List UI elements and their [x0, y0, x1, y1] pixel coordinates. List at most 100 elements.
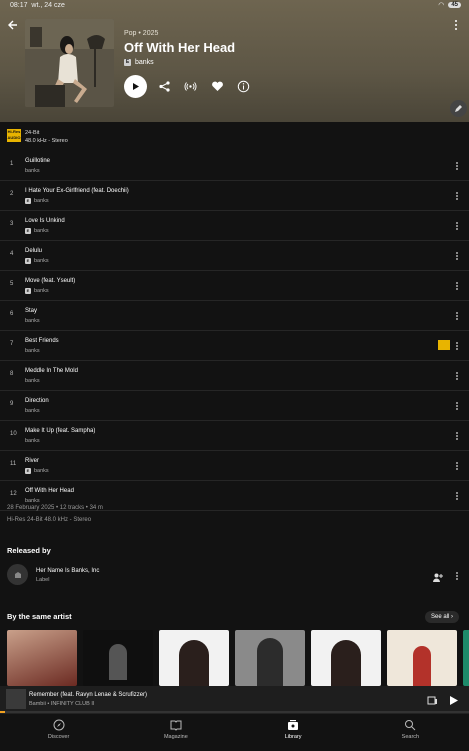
follow-label-icon[interactable]: [432, 570, 443, 582]
track-number: 8: [10, 371, 14, 377]
pencil-icon: [455, 105, 462, 112]
track-artist: Ebanks: [25, 288, 49, 294]
track-title: Move (feat. Yseult): [25, 278, 76, 284]
play-icon: [133, 83, 139, 90]
sample-rate: 48.0 kHz - Stereo: [25, 138, 68, 144]
label-more-icon[interactable]: [453, 569, 461, 581]
nav-label: Discover: [47, 734, 70, 740]
status-icons: ◠ 45: [438, 1, 461, 9]
album-artist[interactable]: banks: [135, 59, 154, 66]
album-card[interactable]: [159, 630, 229, 686]
track-number: 12: [10, 491, 17, 497]
track-number: 10: [10, 431, 17, 437]
label-avatar[interactable]: [7, 564, 28, 585]
track-row[interactable]: 8 Meddle In The Mold banks: [0, 361, 469, 391]
nav-library[interactable]: Library: [235, 714, 352, 751]
track-number: 9: [10, 401, 14, 407]
album-card[interactable]: [463, 630, 469, 686]
explicit-badge: E: [25, 228, 31, 234]
wifi-icon: ◠: [438, 2, 445, 9]
audio-quality: 24-Bit 48.0 kHz - Stereo: [25, 129, 68, 145]
album-card[interactable]: [83, 630, 153, 686]
track-artist: banks: [25, 498, 40, 504]
mini-player[interactable]: Remember (feat. Ravyn Lenae & Scrufizzer…: [0, 686, 469, 713]
track-title: Meddle In The Mold: [25, 368, 78, 374]
share-icon[interactable]: [158, 80, 171, 93]
track-more-icon[interactable]: [453, 219, 461, 231]
nav-label: Search: [401, 734, 420, 740]
track-row[interactable]: 3 Love Is Unkind Ebanks: [0, 211, 469, 241]
explicit-badge: E: [25, 288, 31, 294]
album-card[interactable]: [311, 630, 381, 686]
track-row[interactable]: 6 Stay banks: [0, 301, 469, 331]
play-button[interactable]: [124, 75, 147, 98]
track-artist: banks: [25, 378, 40, 384]
track-more-icon[interactable]: [453, 459, 461, 471]
search-icon: [405, 720, 416, 731]
track-more-icon[interactable]: [453, 489, 461, 501]
track-title: Make It Up (feat. Sampha): [25, 428, 96, 434]
track-more-icon[interactable]: [453, 249, 461, 261]
track-row[interactable]: 4 Delulu Ebanks: [0, 241, 469, 271]
track-more-icon[interactable]: [453, 369, 461, 381]
track-row[interactable]: 10 Make It Up (feat. Sampha) banks: [0, 421, 469, 451]
album-cover: [25, 19, 114, 107]
now-playing-subtitle: Bambii • INFINITY CLUB II: [29, 701, 95, 707]
track-title: Love Is Unkind: [25, 218, 65, 224]
info-icon[interactable]: [237, 80, 250, 93]
back-arrow-icon[interactable]: [7, 18, 19, 30]
track-artist: Ebanks: [25, 228, 49, 234]
library-icon: [288, 720, 299, 730]
track-more-icon[interactable]: [453, 279, 461, 291]
released-by-heading: Released by: [7, 546, 51, 555]
track-artist: banks: [25, 168, 40, 174]
battery-icon: 45: [448, 2, 461, 8]
nav-magazine[interactable]: Magazine: [117, 714, 234, 751]
nav-discover[interactable]: Discover: [0, 714, 117, 751]
label-name[interactable]: Her Name Is Banks, Inc: [36, 568, 99, 574]
devices-icon[interactable]: [427, 693, 438, 705]
explicit-badge: E: [124, 59, 131, 66]
album-card[interactable]: [235, 630, 305, 686]
track-number: 3: [10, 221, 14, 227]
track-row[interactable]: 9 Direction banks: [0, 391, 469, 421]
track-row[interactable]: 7 Best Friends banks: [0, 331, 469, 361]
track-title: Guillotine: [25, 158, 51, 164]
album-artist-row[interactable]: E banks: [124, 59, 154, 66]
track-row[interactable]: 5 Move (feat. Yseult) Ebanks: [0, 271, 469, 301]
track-number: 4: [10, 251, 14, 257]
see-all-button[interactable]: See all ›: [425, 611, 460, 623]
hires-audio-badge: Hi-Res AUDIO: [7, 129, 21, 142]
favorite-heart-icon[interactable]: [211, 80, 224, 93]
album-card[interactable]: [387, 630, 457, 686]
track-row[interactable]: 1 Guillotine banks: [0, 151, 469, 181]
track-title: Delulu: [25, 248, 43, 254]
track-number: 11: [10, 461, 17, 467]
track-more-icon[interactable]: [453, 339, 461, 351]
track-more-icon[interactable]: [453, 399, 461, 411]
status-time: 08:17 wt., 24 cze: [10, 2, 65, 9]
track-more-icon[interactable]: [453, 309, 461, 321]
track-row[interactable]: 11 River Ebanks: [0, 451, 469, 481]
track-more-icon[interactable]: [453, 189, 461, 201]
label-role: Label: [36, 577, 50, 583]
bottom-nav: Discover Magazine Library Search: [0, 713, 469, 751]
bit-depth: 24-Bit: [25, 130, 40, 136]
track-number: 5: [10, 281, 14, 287]
edit-button[interactable]: [450, 100, 467, 117]
track-more-icon[interactable]: [453, 429, 461, 441]
hires-track-badge: [438, 340, 450, 350]
radio-icon[interactable]: [184, 80, 197, 93]
status-bar: 08:17 wt., 24 cze ◠ 45: [0, 0, 469, 12]
same-artist-carousel: [7, 630, 469, 686]
track-artist: banks: [25, 318, 40, 324]
more-options-icon[interactable]: [452, 18, 460, 30]
album-card[interactable]: [7, 630, 77, 686]
album-format: Hi-Res 24-Bit 48.0 kHz - Stereo: [7, 517, 92, 523]
track-row[interactable]: 2 I Hate Your Ex-Girlfriend (feat. Doech…: [0, 181, 469, 211]
now-playing-thumbnail: [6, 689, 26, 709]
mini-play-icon[interactable]: [448, 693, 459, 705]
nav-search[interactable]: Search: [352, 714, 469, 751]
track-more-icon[interactable]: [453, 159, 461, 171]
compass-icon: [53, 719, 65, 731]
